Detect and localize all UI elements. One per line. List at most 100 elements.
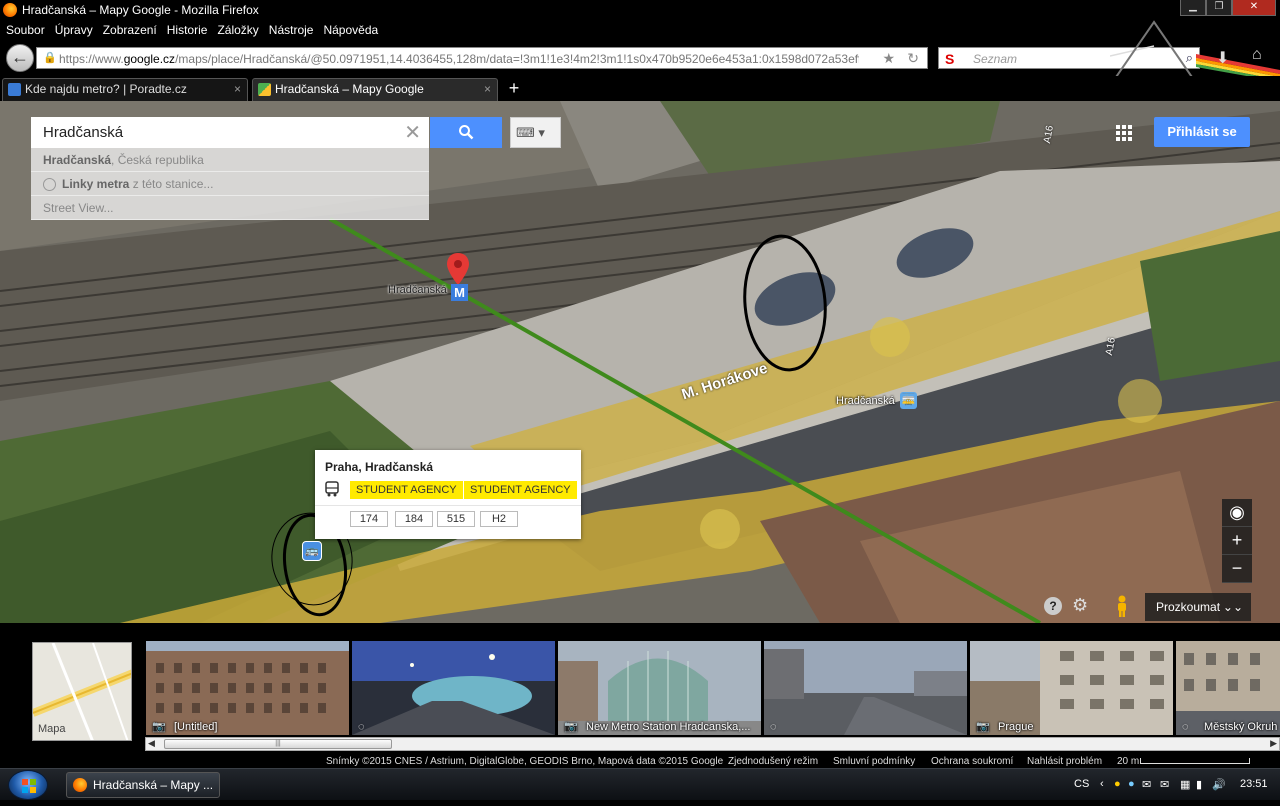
suggestion-item[interactable]: Linky metra z této stanice... [31,172,429,196]
zoom-in-button[interactable]: + [1222,527,1252,555]
panorama-icon: ◌ [770,721,777,733]
tab-poradte[interactable]: Kde najdu metro? | Poradte.cz × [2,78,248,101]
zoom-out-button[interactable]: − [1222,555,1252,583]
tab-close-icon[interactable]: × [484,79,491,100]
keyboard-input-button[interactable]: ⌨ ▾ [510,117,561,148]
tram-stop-icon[interactable]: 🚋 [900,392,917,409]
menu-nastroje[interactable]: Nástroje [269,23,314,37]
photo-thumbnail[interactable]: ◌ Městský Okruh [1176,641,1280,735]
location-pin-icon[interactable] [447,253,469,285]
my-location-button[interactable]: ◉ [1222,499,1252,527]
window-title: Hradčanská – Mapy Google - Mozilla Firef… [22,3,259,17]
bus-stop-icon[interactable]: 🚌 [302,541,322,561]
suggestion-item[interactable]: Hradčanská, Česká republika [31,148,429,172]
menu-soubor[interactable]: Soubor [6,23,45,37]
privacy-link[interactable]: Ochrana soukromí [931,756,1013,767]
reload-icon[interactable]: ↻ [907,50,919,67]
photo-thumbnail[interactable]: ◌ [352,641,555,735]
transit-info-card[interactable]: Praha, Hradčanská STUDENT AGENCY STUDENT… [315,450,581,539]
tray-app-icon[interactable]: ● [1114,778,1121,790]
photo-caption: Prague [998,721,1034,733]
camera-icon: 📷 [976,721,990,733]
divider [315,505,581,506]
sign-in-button[interactable]: Přihlásit se [1154,117,1250,147]
mail-icon[interactable]: ✉ [1142,778,1151,791]
tray-expand-icon[interactable]: ‹ [1100,778,1104,790]
maps-search-input[interactable]: Hradčanská ✕ [31,117,429,148]
power-icon[interactable]: ▮ [1196,778,1202,791]
map-canvas[interactable]: Hradčanská ✕ ⌨ ▾ Hradčanská, Česká repub… [0,101,1280,623]
tray-app-icon[interactable]: ● [1128,778,1135,790]
keyboard-icon: ⌨ [516,125,535,140]
title-bar: Hradčanská – Mapy Google - Mozilla Firef… [0,0,1280,20]
mini-map-button[interactable]: Mapa [32,642,132,741]
bookmark-star-icon[interactable]: ★ [882,50,895,67]
scroll-right-icon[interactable]: ▶ [1270,738,1277,749]
search-suggestions: Hradčanská, Česká republika Linky metra … [31,148,429,220]
route-badge[interactable]: H2 [480,511,518,527]
seznam-logo-icon[interactable]: S [945,51,954,67]
new-tab-button[interactable]: + [502,78,526,101]
search-placeholder: Seznam [973,52,1018,66]
menu-historie[interactable]: Historie [167,23,208,37]
language-indicator[interactable]: CS [1074,778,1089,790]
map-footer: Snímky ©2015 CNES / Astrium, DigitalGlob… [0,754,1280,768]
tab-close-icon[interactable]: × [234,79,241,100]
url-bar[interactable]: 🔒 https://www.google.cz/maps/place/Hradč… [36,47,928,69]
agency-badge[interactable]: STUDENT AGENCY [350,481,463,499]
report-problem-link[interactable]: Nahlásit problém [1027,756,1102,767]
menu-napoveda[interactable]: Nápověda [323,23,378,37]
maps-search-button[interactable] [430,117,502,148]
suggestion-item[interactable]: Street View... [31,196,429,220]
menu-bar: Soubor Úpravy Zobrazení Historie Záložky… [0,20,1280,40]
scale-bar [1140,758,1250,764]
photo-thumbnail[interactable]: ◌ [764,641,967,735]
volume-icon[interactable]: 🔊 [1212,778,1226,791]
agency-badge[interactable]: STUDENT AGENCY [464,481,577,499]
system-tray: CS ‹ ● ● ✉ ✉ ▦ ▮ 🔊 23:51 [1070,769,1280,801]
pegman-icon[interactable] [1116,595,1128,617]
scrollbar-thumb[interactable]: ||| [164,739,392,749]
back-button[interactable]: ← [6,44,34,72]
photo-thumbnail[interactable]: 📷 New Metro Station Hradcanska,... [558,641,761,735]
terms-link[interactable]: Smluvní podmínky [833,756,915,767]
menu-upravy[interactable]: Úpravy [55,23,93,37]
clear-search-icon[interactable]: ✕ [404,120,421,145]
menu-zobrazeni[interactable]: Zobrazení [103,23,157,37]
scroll-left-icon[interactable]: ◀ [148,738,155,749]
network-icon[interactable]: ▦ [1180,778,1190,791]
download-icon[interactable]: ⬇ [1216,48,1229,68]
close-button[interactable]: ✕ [1232,0,1276,16]
home-icon[interactable]: ⌂ [1252,46,1262,64]
start-button[interactable] [8,770,48,800]
firefox-icon [73,778,87,792]
taskbar-firefox-item[interactable]: Hradčanská – Mapy ... [66,772,220,798]
chevron-down-icon: ▾ [538,125,545,140]
route-badge[interactable]: 184 [395,511,433,527]
tab-google-maps[interactable]: Hradčanská – Mapy Google × [252,78,498,101]
route-badge[interactable]: 174 [350,511,388,527]
photo-thumbnail[interactable]: 📷 Prague [970,641,1173,735]
photo-thumbnail[interactable]: 📷 [Untitled] [146,641,349,735]
mail-icon[interactable]: ✉ [1160,778,1169,791]
simple-mode-link[interactable]: Zjednodušený režim [728,756,818,767]
photo-strip-scrollbar[interactable]: ◀ ||| ▶ [145,737,1280,751]
prism-theme-decoration [1110,20,1196,81]
clock[interactable]: 23:51 [1240,778,1268,790]
maximize-button[interactable]: ❐ [1206,0,1232,16]
explore-label: Prozkoumat [1156,600,1221,614]
menu-zalozky[interactable]: Záložky [217,23,258,37]
search-icon [459,124,474,140]
tab-bar: Kde najdu metro? | Poradte.cz × Hradčans… [0,76,1280,101]
explore-button[interactable]: Prozkoumat ⌄⌄ [1145,593,1251,621]
minimize-button[interactable]: ▁ [1180,0,1206,16]
route-badge[interactable]: 515 [437,511,475,527]
gear-icon[interactable]: ⚙ [1072,595,1088,616]
metro-station-icon[interactable]: M [451,284,468,301]
panorama-icon: ◌ [358,721,365,733]
help-icon[interactable]: ? [1044,597,1062,615]
mini-map-label: Mapa [38,723,66,735]
taskbar: Hradčanská – Mapy ... CS ‹ ● ● ✉ ✉ ▦ ▮ 🔊… [0,768,1280,800]
camera-icon: 📷 [564,721,578,733]
apps-grid-icon[interactable] [1116,125,1132,141]
